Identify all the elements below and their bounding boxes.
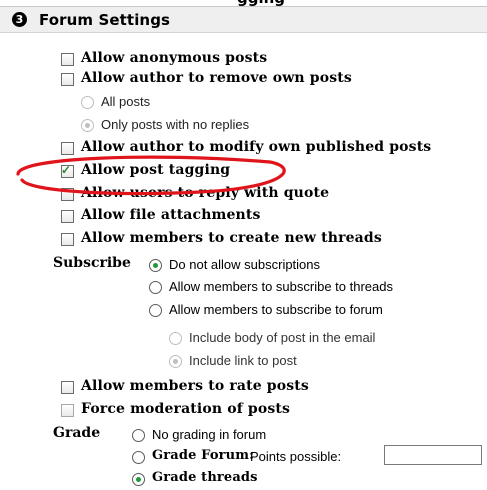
force-moderation-label: Force moderation of posts [81,401,291,417]
grade-threads-radio[interactable] [132,473,145,486]
forum-settings-header: 3 Forum Settings [0,6,487,33]
subscribe-label: Subscribe [53,255,131,271]
grade-threads-label: Grade threads [152,470,258,485]
create-threads-checkbox[interactable] [61,233,74,246]
radio-selected-dot [85,123,90,128]
subscribe-threads-label: Allow members to subscribe to threads [169,279,393,294]
rate-posts-label: Allow members to rate posts [81,378,309,394]
radio-selected-dot [136,477,141,482]
no-grading-radio[interactable] [132,429,145,442]
post-tagging-label: Allow post tagging [81,162,231,178]
points-possible-input[interactable] [384,445,482,465]
no-grading-label: No grading in forum [152,427,267,442]
reply-quote-checkbox[interactable] [61,188,74,201]
remove-all-posts-label: All posts [101,94,151,109]
author-modify-checkbox[interactable] [61,142,74,155]
check-mark-icon: ✓ [61,163,72,177]
section-title: Forum Settings [39,11,171,29]
author-remove-label: Allow author to remove own posts [81,70,352,86]
subscribe-none-label: Do not allow subscriptions [169,257,321,272]
radio-selected-dot [173,359,178,364]
anonymous-posts-label: Allow anonymous posts [81,50,268,66]
force-moderation-checkbox[interactable] [61,404,74,417]
post-tagging-checkbox[interactable]: ✓ [61,163,74,178]
include-body-radio[interactable] [169,332,182,345]
points-possible-label: Points possible: [250,449,342,464]
include-link-radio[interactable] [169,355,182,368]
radio-selected-dot [153,263,158,268]
create-threads-label: Allow members to create new threads [81,230,382,246]
subscribe-threads-radio[interactable] [149,281,162,294]
remove-no-replies-label: Only posts with no replies [101,117,250,132]
file-attachments-label: Allow file attachments [81,207,261,223]
author-modify-label: Allow author to modify own published pos… [81,139,432,155]
grade-forum-label: Grade Forum: [152,448,255,463]
include-body-label: Include body of post in the email [189,330,376,345]
grade-label: Grade [53,425,101,441]
step-number-icon: 3 [12,12,27,27]
subscribe-forum-label: Allow members to subscribe to forum [169,302,383,317]
subscribe-forum-radio[interactable] [149,304,162,317]
remove-no-replies-radio[interactable] [81,119,94,132]
anonymous-posts-checkbox[interactable] [61,53,74,66]
include-link-label: Include link to post [189,353,297,368]
reply-quote-label: Allow users to reply with quote [81,185,330,201]
file-attachments-checkbox[interactable] [61,210,74,223]
rate-posts-checkbox[interactable] [61,381,74,394]
author-remove-checkbox[interactable] [61,73,74,86]
grade-forum-radio[interactable] [132,451,145,464]
remove-all-posts-radio[interactable] [81,96,94,109]
subscribe-none-radio[interactable] [149,259,162,272]
